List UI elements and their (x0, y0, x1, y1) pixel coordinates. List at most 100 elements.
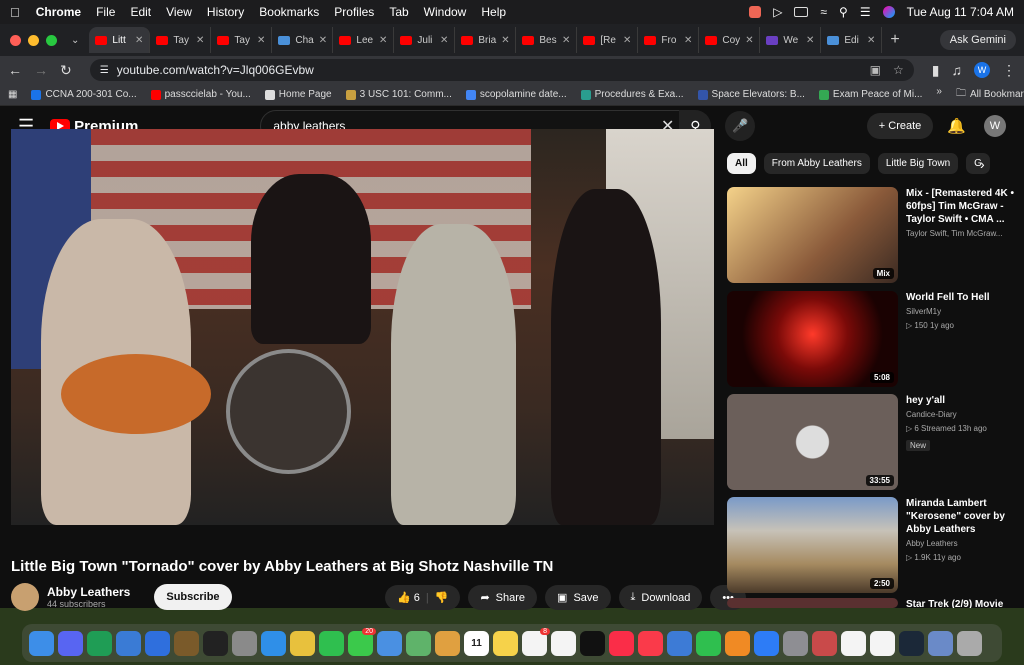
chrome-icon[interactable] (290, 630, 315, 656)
account-avatar[interactable]: W (984, 115, 1006, 137)
close-tab-icon[interactable]: ✕ (623, 35, 631, 46)
media-controls-icon[interactable]: ♫ (952, 62, 963, 78)
bookmark-item[interactable]: 3 USC 101: Comm... (345, 89, 452, 100)
site-info-icon[interactable]: ☰ (100, 65, 109, 76)
video-player[interactable] (11, 129, 714, 525)
recommendation-thumbnail[interactable]: 5:08 (727, 291, 898, 387)
reload-icon[interactable]: ↻ (60, 62, 72, 79)
maps-icon[interactable] (406, 630, 431, 656)
browser-tab[interactable]: Tay ✕ (211, 27, 273, 53)
recommendation-thumbnail[interactable]: 2:50 (727, 497, 898, 593)
notes-icon[interactable] (493, 630, 518, 656)
download-button[interactable]: ⤓ Download (618, 585, 703, 610)
safari-alt-icon[interactable] (145, 630, 170, 656)
discord-icon[interactable] (58, 630, 83, 656)
chip-more[interactable]: G (966, 153, 990, 174)
photos-icon[interactable] (435, 630, 460, 656)
recommendation-item[interactable]: 5:08 World Fell To Hell SilverM1y ▷ 150 … (727, 291, 1017, 387)
settings-icon[interactable] (783, 630, 808, 656)
profile-avatar[interactable]: W (974, 62, 990, 78)
mail-icon[interactable] (377, 630, 402, 656)
trash-icon[interactable] (957, 630, 982, 656)
freeform-icon[interactable] (551, 630, 576, 656)
menu-view[interactable]: View (166, 5, 192, 19)
menu-tab[interactable]: Tab (389, 5, 408, 19)
facetime-icon[interactable] (319, 630, 344, 656)
dislike-button[interactable]: 👎 (435, 591, 449, 604)
bookmark-item[interactable]: Procedures & Exa... (580, 89, 684, 100)
browser-tab[interactable]: Litt ✕ (89, 27, 151, 53)
close-tab-icon[interactable]: ✕ (319, 35, 327, 46)
recommendation-item[interactable]: Star Trek (2/9) Movie (727, 598, 1017, 608)
launchpad-icon[interactable] (232, 630, 257, 656)
close-tab-icon[interactable]: ✕ (867, 35, 875, 46)
ask-gemini-button[interactable]: Ask Gemini (939, 30, 1016, 50)
new-tab-button[interactable]: + (890, 31, 899, 49)
preview-icon[interactable] (928, 630, 953, 656)
reminders-icon[interactable]: 8 (522, 627, 550, 656)
forward-icon[interactable]: → (34, 62, 48, 78)
siri-icon[interactable] (882, 6, 895, 18)
recommendation-title[interactable]: Mix - [Remastered 4K • 60fps] Tim McGraw… (906, 187, 1014, 226)
close-tab-icon[interactable]: ✕ (806, 35, 814, 46)
clock-icon[interactable] (870, 630, 895, 656)
browser-tab[interactable]: Fro ✕ (638, 27, 700, 53)
share-button[interactable]: ➦ Share (468, 585, 538, 610)
tab-search-chevron-icon[interactable]: ⌄ (71, 35, 79, 46)
close-tab-icon[interactable]: ✕ (379, 35, 387, 46)
appletv-icon[interactable] (580, 630, 605, 656)
close-window-button[interactable] (10, 34, 21, 46)
music-icon[interactable] (609, 630, 634, 656)
numbers-app-icon[interactable] (87, 630, 112, 656)
battery-icon[interactable] (794, 7, 809, 17)
browser-tab[interactable]: Edi ✕ (821, 27, 883, 53)
pages-icon[interactable] (725, 630, 750, 656)
control-center-icon[interactable]: ☰ (860, 5, 871, 19)
keynote-icon[interactable] (667, 630, 692, 656)
recommendation-thumbnail[interactable]: Mix (727, 187, 898, 283)
chip-little-big-town[interactable]: Little Big Town (877, 153, 959, 174)
save-button[interactable]: ▣ Save (545, 585, 611, 610)
bookmark-item[interactable]: passccielab - You... (150, 89, 251, 100)
recommendation-thumbnail[interactable] (727, 598, 898, 608)
recommendation-title[interactable]: Miranda Lambert "Kerosene" cover by Abby… (906, 497, 1014, 536)
close-tab-icon[interactable]: ✕ (440, 35, 448, 46)
steam-icon[interactable] (899, 630, 924, 656)
iphone-mirroring-icon[interactable] (812, 630, 837, 656)
bookmarks-overflow-icon[interactable]: » (936, 86, 942, 103)
apple-menu-icon[interactable]:  (10, 5, 20, 20)
chips-next-chevron-icon[interactable]: › (980, 156, 985, 172)
status-app-icon[interactable] (749, 6, 762, 18)
recommendation-title[interactable]: Star Trek (2/9) Movie (906, 598, 1014, 608)
menu-profiles[interactable]: Profiles (334, 5, 374, 19)
news-icon[interactable] (638, 630, 663, 656)
browser-menu-icon[interactable]: ⋮ (1002, 62, 1016, 79)
recommendation-thumbnail[interactable]: 33:55 (727, 394, 898, 490)
menu-edit[interactable]: Edit (130, 5, 151, 19)
all-bookmarks-button[interactable]: 🗀 All Bookmarks (956, 86, 1024, 103)
bookmark-star-icon[interactable]: ☆ (893, 63, 904, 77)
minimize-window-button[interactable] (28, 34, 39, 46)
bookmark-item[interactable]: Home Page (264, 89, 332, 100)
back-icon[interactable]: ← (8, 62, 22, 78)
close-tab-icon[interactable]: ✕ (135, 35, 143, 46)
browser-tab[interactable]: We ✕ (760, 27, 822, 53)
menu-bookmarks[interactable]: Bookmarks (259, 5, 319, 19)
close-tab-icon[interactable]: ✕ (196, 35, 204, 46)
appstore-icon[interactable] (754, 630, 779, 656)
menu-window[interactable]: Window (424, 5, 467, 19)
recommendation-title[interactable]: hey y'all (906, 394, 1014, 407)
xcode-icon[interactable] (116, 630, 141, 656)
browser-tab[interactable]: Tay ✕ (150, 27, 212, 53)
finder-icon[interactable] (29, 630, 54, 656)
install-app-icon[interactable]: ▣ (870, 63, 881, 77)
clock[interactable]: Tue Aug 11 7:04 AM (907, 5, 1014, 19)
create-button[interactable]: + Create (866, 113, 934, 139)
recommendation-item[interactable]: 2:50 Miranda Lambert "Kerosene" cover by… (727, 497, 1017, 593)
channel-name[interactable]: Abby Leathers (47, 585, 130, 599)
close-tab-icon[interactable]: ✕ (562, 35, 570, 46)
zoom-window-button[interactable] (46, 34, 57, 46)
bookmark-item[interactable]: Exam Peace of Mi... (818, 89, 922, 100)
menu-history[interactable]: History (207, 5, 244, 19)
browser-tab[interactable]: Lee ✕ (333, 27, 395, 53)
